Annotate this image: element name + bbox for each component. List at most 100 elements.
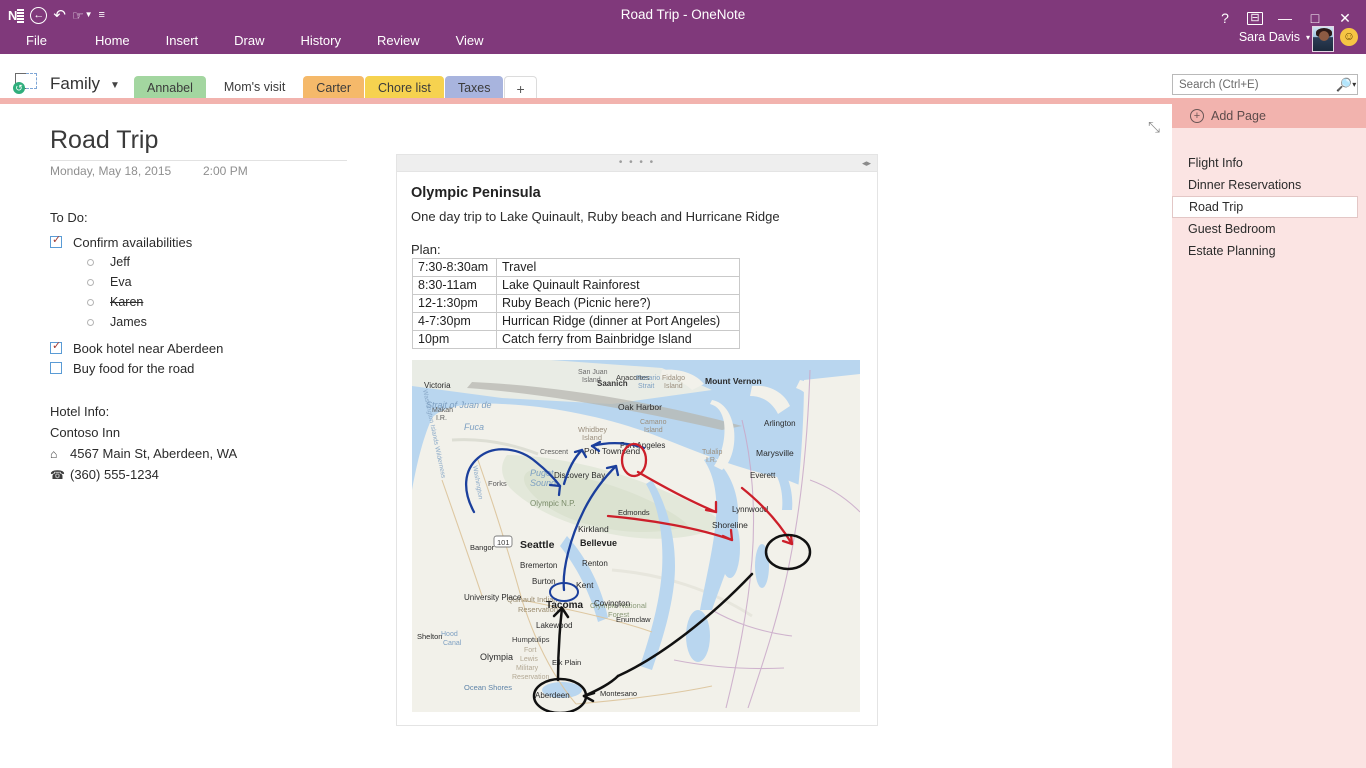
page-list-item-dinner-reservations[interactable]: Dinner Reservations — [1172, 174, 1366, 196]
search-box[interactable]: 🔍 ▾ — [1172, 74, 1358, 95]
ribbon-tab-insert[interactable]: Insert — [152, 30, 213, 51]
svg-text:Crescent: Crescent — [540, 449, 568, 456]
phone-icon: ☎ — [50, 468, 70, 482]
plan-activity: Catch ferry from Bainbridge Island — [497, 331, 740, 349]
page-list-item-guest-bedroom[interactable]: Guest Bedroom — [1172, 218, 1366, 240]
svg-text:Strait: Strait — [638, 383, 654, 390]
svg-text:Bellevue: Bellevue — [580, 538, 617, 548]
note-heading[interactable]: Olympic Peninsula — [411, 185, 541, 201]
plan-table[interactable]: 7:30-8:30am Travel 8:30-11am Lake Quinau… — [412, 258, 740, 349]
svg-text:Oak Harbor: Oak Harbor — [618, 402, 662, 412]
todo-heading: To Do: — [50, 210, 223, 225]
resize-arrows-icon[interactable]: ◂▸ — [862, 158, 871, 168]
minimize-button[interactable]: — — [1270, 6, 1300, 30]
avatar[interactable] — [1312, 26, 1334, 52]
svg-text:Montesano: Montesano — [600, 689, 637, 698]
todo-item-buy-food[interactable]: Buy food for the road — [50, 358, 223, 378]
ribbon-tab-review[interactable]: Review — [363, 30, 434, 51]
feedback-smiley-icon[interactable]: ☺ — [1340, 28, 1358, 46]
table-row[interactable]: 12-1:30pm Ruby Beach (Picnic here?) — [413, 295, 740, 313]
todo-subitem-karen[interactable]: Karen — [50, 292, 223, 312]
table-row[interactable]: 4-7:30pm Hurrican Ridge (dinner at Port … — [413, 313, 740, 331]
bullet-circle-icon — [87, 319, 94, 326]
svg-text:I.R.: I.R. — [436, 415, 447, 422]
note-container[interactable]: • • • • ◂▸ Olympic Peninsula One day tri… — [396, 154, 878, 726]
table-row[interactable]: 10pm Catch ferry from Bainbridge Island — [413, 331, 740, 349]
hotel-address-row[interactable]: ⌂ 4567 Main St, Aberdeen, WA — [50, 446, 237, 461]
page-list-item-flight-info[interactable]: Flight Info — [1172, 152, 1366, 174]
svg-text:Sound: Sound — [530, 478, 557, 488]
todo-list: To Do: Confirm availabilities Jeff Eva K… — [50, 210, 223, 378]
svg-text:Tulalip: Tulalip — [702, 449, 722, 456]
page-list-item-estate-planning[interactable]: Estate Planning — [1172, 240, 1366, 262]
svg-text:Enumclaw: Enumclaw — [616, 615, 651, 624]
todo-subitem-jeff[interactable]: Jeff — [50, 252, 223, 272]
search-scope-chevron-down-icon[interactable]: ▾ — [1352, 80, 1360, 89]
table-row[interactable]: 8:30-11am Lake Quinault Rainforest — [413, 277, 740, 295]
page-date[interactable]: Monday, May 18, 2015 — [50, 164, 171, 178]
plan-label[interactable]: Plan: — [411, 242, 441, 257]
plan-time: 8:30-11am — [413, 277, 497, 295]
svg-text:Island: Island — [582, 377, 601, 384]
svg-text:Edmonds: Edmonds — [618, 508, 650, 517]
checkbox-icon[interactable] — [50, 362, 62, 374]
help-button[interactable]: ? — [1210, 6, 1240, 30]
ribbon-tab-bar: File Home Insert Draw History Review Vie… — [0, 30, 506, 51]
section-tab-chore-list[interactable]: Chore list — [365, 76, 444, 100]
hotel-name[interactable]: Contoso Inn — [50, 425, 237, 440]
notebook-icon[interactable]: ↺ — [13, 72, 41, 96]
notebook-right-page-icon — [26, 73, 37, 89]
ribbon-tab-history[interactable]: History — [287, 30, 355, 51]
section-tab-moms-visit[interactable]: Mom's visit — [207, 74, 302, 100]
ribbon-tab-home[interactable]: Home — [81, 30, 144, 51]
section-tab-carter[interactable]: Carter — [303, 76, 364, 100]
add-section-button[interactable]: + — [504, 76, 536, 100]
svg-text:Humptulips: Humptulips — [512, 635, 550, 644]
page-canvas: ⤡ Road Trip Monday, May 18, 2015 2:00 PM… — [0, 104, 1172, 768]
note-container-handle[interactable]: • • • • ◂▸ — [397, 155, 877, 172]
svg-text:Bangor: Bangor — [470, 543, 495, 552]
svg-text:Olympic N.P.: Olympic N.P. — [530, 499, 576, 508]
expand-page-icon[interactable]: ⤡ — [1144, 118, 1164, 138]
svg-text:Burton: Burton — [532, 577, 556, 586]
note-subheading[interactable]: One day trip to Lake Quinault, Ruby beac… — [411, 209, 780, 224]
page-list-item-road-trip[interactable]: Road Trip — [1172, 196, 1358, 218]
window-title: Road Trip - OneNote — [0, 7, 1366, 22]
ribbon-tab-file[interactable]: File — [12, 30, 61, 51]
todo-item-book-hotel[interactable]: Book hotel near Aberdeen — [50, 338, 223, 358]
notebook-name[interactable]: Family — [50, 74, 100, 94]
page-time[interactable]: 2:00 PM — [203, 164, 248, 178]
table-row[interactable]: 7:30-8:30am Travel — [413, 259, 740, 277]
search-icon[interactable]: 🔍 — [1333, 77, 1352, 93]
svg-text:Fort: Fort — [524, 647, 537, 654]
add-page-label: Add Page — [1211, 109, 1266, 123]
checkbox-icon[interactable] — [50, 236, 62, 248]
svg-text:Fuca: Fuca — [464, 422, 484, 432]
svg-text:Aberdeen: Aberdeen — [535, 691, 570, 700]
section-tab-taxes[interactable]: Taxes — [445, 76, 504, 100]
window-controls: ? ⊟ — □ ✕ — [1210, 6, 1360, 30]
svg-text:Camano: Camano — [640, 419, 667, 426]
todo-item-label: Buy food for the road — [73, 361, 194, 376]
search-input[interactable] — [1173, 79, 1333, 91]
svg-text:Bremerton: Bremerton — [520, 561, 557, 570]
todo-subitem-eva[interactable]: Eva — [50, 272, 223, 292]
plan-activity: Hurrican Ridge (dinner at Port Angeles) — [497, 313, 740, 331]
close-button[interactable]: ✕ — [1330, 6, 1360, 30]
ribbon-tab-view[interactable]: View — [442, 30, 498, 51]
hotel-phone-row[interactable]: ☎ (360) 555-1234 — [50, 467, 237, 482]
page-title[interactable]: Road Trip — [50, 126, 158, 155]
ribbon-tab-draw[interactable]: Draw — [220, 30, 278, 51]
section-tab-annabel[interactable]: Annabel — [134, 76, 206, 100]
todo-subitem-james[interactable]: James — [50, 312, 223, 332]
svg-text:Mount Vernon: Mount Vernon — [705, 376, 762, 386]
todo-item-confirm-availabilities[interactable]: Confirm availabilities — [50, 232, 223, 252]
add-page-button[interactable]: + Add Page — [1172, 104, 1366, 128]
ribbon-display-options-button[interactable]: ⊟ — [1240, 6, 1270, 30]
checkbox-icon[interactable] — [50, 342, 62, 354]
user-account-button[interactable]: Sara Davis ▾ — [1239, 30, 1310, 44]
map-image[interactable]: Saanich MakahI.R. Forks Olympic N.P. Cre… — [412, 360, 860, 712]
map-graphic: Saanich MakahI.R. Forks Olympic N.P. Cre… — [412, 360, 860, 712]
notebook-dropdown-icon[interactable]: ▼ — [110, 80, 120, 91]
svg-text:Kent: Kent — [576, 580, 594, 590]
